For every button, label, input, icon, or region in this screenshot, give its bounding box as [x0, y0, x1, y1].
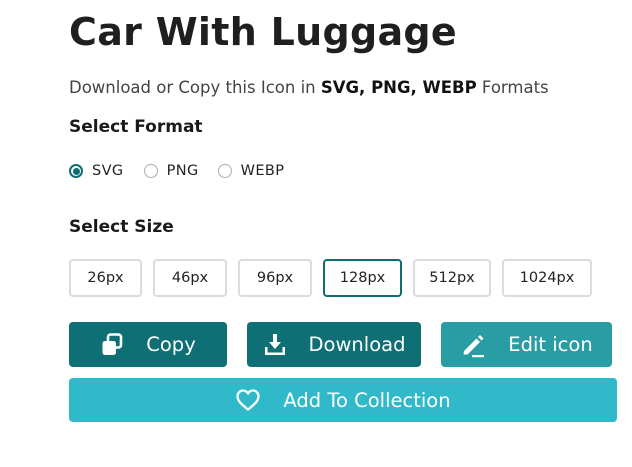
- download-label: Download: [308, 333, 406, 356]
- subtitle-prefix: Download or Copy this Icon in: [69, 78, 321, 97]
- collection-label: Add To Collection: [283, 388, 451, 412]
- size-option-128px[interactable]: 128px: [323, 259, 402, 297]
- pencil-icon: [460, 332, 486, 358]
- radio-webp[interactable]: [217, 164, 232, 178]
- heart-icon: [235, 388, 261, 412]
- size-options: 26px 46px 96px 128px 512px 1024px: [69, 259, 592, 297]
- size-option-1024px[interactable]: 1024px: [502, 259, 592, 297]
- radio-svg[interactable]: [69, 164, 83, 178]
- copy-label: Copy: [146, 333, 196, 356]
- format-option-webp[interactable]: WEBP: [217, 163, 285, 179]
- format-label-webp: WEBP: [240, 163, 285, 179]
- page-subtitle: Download or Copy this Icon in SVG, PNG, …: [69, 78, 549, 97]
- page-title: Car With Luggage: [69, 10, 457, 54]
- format-option-svg[interactable]: SVG: [69, 163, 124, 179]
- edit-icon-button[interactable]: Edit icon: [441, 322, 612, 367]
- size-option-46px[interactable]: 46px: [153, 259, 227, 297]
- radio-png[interactable]: [143, 164, 158, 178]
- copy-button[interactable]: Copy: [69, 322, 227, 367]
- edit-label: Edit icon: [508, 333, 593, 356]
- subtitle-suffix: Formats: [476, 78, 549, 97]
- download-icon: [263, 333, 287, 357]
- format-radio-group: SVG PNG WEBP: [69, 161, 303, 181]
- subtitle-formats: SVG, PNG, WEBP: [320, 78, 477, 97]
- format-label-png: PNG: [166, 163, 199, 179]
- copy-icon: [100, 332, 124, 357]
- select-format-heading: Select Format: [69, 117, 203, 137]
- size-option-26px[interactable]: 26px: [69, 259, 142, 297]
- select-size-heading: Select Size: [69, 217, 174, 237]
- size-option-512px[interactable]: 512px: [413, 259, 491, 297]
- add-to-collection-button[interactable]: Add To Collection: [69, 378, 617, 422]
- format-option-png[interactable]: PNG: [143, 163, 199, 179]
- format-label-svg: SVG: [92, 163, 124, 179]
- download-button[interactable]: Download: [247, 322, 421, 367]
- size-option-96px[interactable]: 96px: [238, 259, 312, 297]
